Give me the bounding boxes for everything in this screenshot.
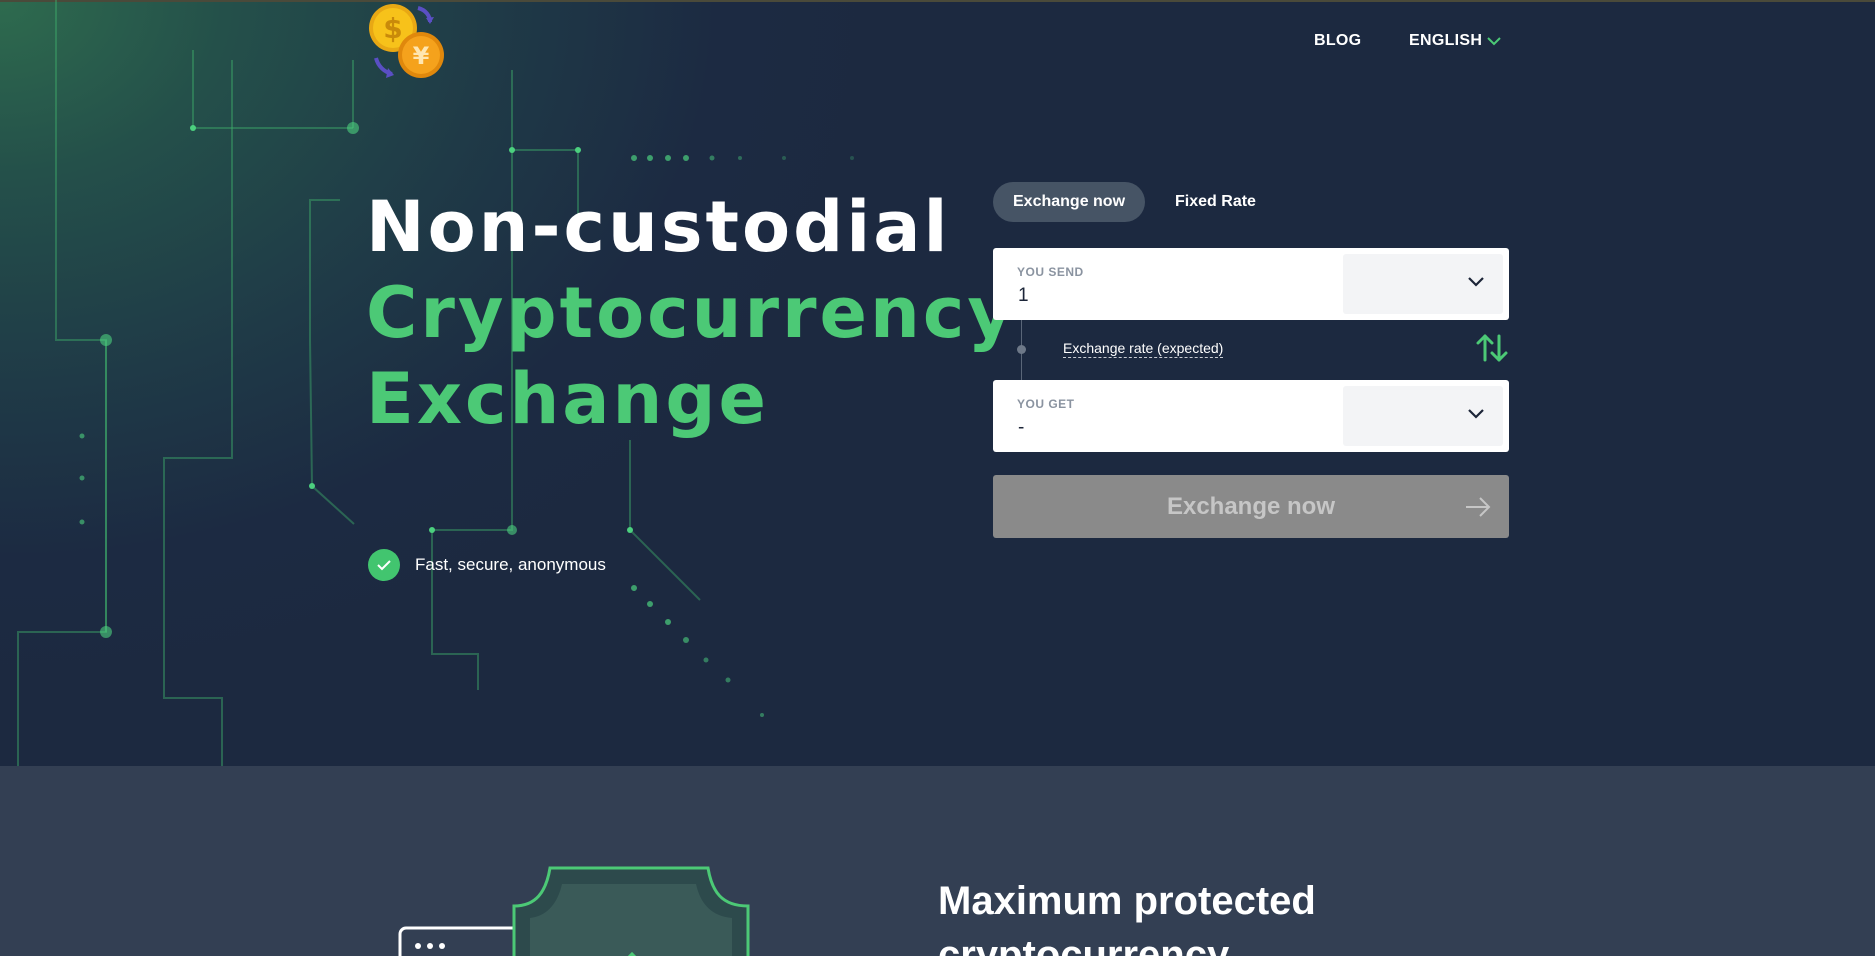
chevron-down-icon xyxy=(1468,409,1484,419)
hero-section: $ ¥ BLOG ENGLISH Non-custodial Cryptocur… xyxy=(0,0,1875,766)
shield-icon xyxy=(398,866,750,956)
tab-fixed-rate[interactable]: Fixed Rate xyxy=(1155,182,1276,222)
hero-title-line3: Exchange xyxy=(366,358,769,440)
send-field[interactable]: YOU SEND 1 xyxy=(993,248,1509,320)
tab-exchange-now[interactable]: Exchange now xyxy=(993,182,1146,222)
language-label: ENGLISH xyxy=(1409,32,1483,49)
exchange-rate-row: Exchange rate (expected) xyxy=(993,320,1509,380)
exchange-rate-link[interactable]: Exchange rate (expected) xyxy=(1063,340,1224,358)
hero-title-line2: Cryptocurrency xyxy=(366,272,1016,354)
exchange-now-button-label: Exchange now xyxy=(1166,493,1336,520)
arrow-right-icon xyxy=(1466,497,1491,517)
top-nav: BLOG ENGLISH xyxy=(0,30,1875,54)
hero-title: Non-custodial Cryptocurrency Exchange xyxy=(366,184,1016,442)
get-field[interactable]: YOU GET - xyxy=(993,380,1509,452)
nav-blog-link[interactable]: BLOG xyxy=(1314,32,1361,50)
get-currency-select[interactable] xyxy=(1343,386,1503,446)
features-section: Maximum protected cryptocurrency xyxy=(0,766,1875,956)
language-selector[interactable]: ENGLISH xyxy=(1409,32,1501,50)
check-icon xyxy=(368,549,400,581)
get-amount-output: - xyxy=(1018,417,1025,438)
chevron-down-icon xyxy=(1487,37,1501,46)
section-title: Maximum protected cryptocurrency xyxy=(938,879,1316,956)
swap-arrows-icon[interactable] xyxy=(1475,332,1509,364)
send-label: YOU SEND xyxy=(1017,265,1084,279)
feature-text: Fast, secure, anonymous xyxy=(415,555,606,574)
hero-title-line1: Non-custodial xyxy=(366,186,951,268)
chevron-down-icon xyxy=(1468,277,1484,287)
get-label: YOU GET xyxy=(1017,397,1075,411)
send-currency-select[interactable] xyxy=(1343,254,1503,314)
exchange-now-button[interactable]: Exchange now xyxy=(993,475,1509,538)
feature-item: Fast, secure, anonymous xyxy=(368,549,606,581)
rate-dot xyxy=(1017,345,1026,354)
exchange-tabs: Exchange now Fixed Rate xyxy=(993,182,1276,222)
send-amount-input[interactable]: 1 xyxy=(1018,285,1029,307)
